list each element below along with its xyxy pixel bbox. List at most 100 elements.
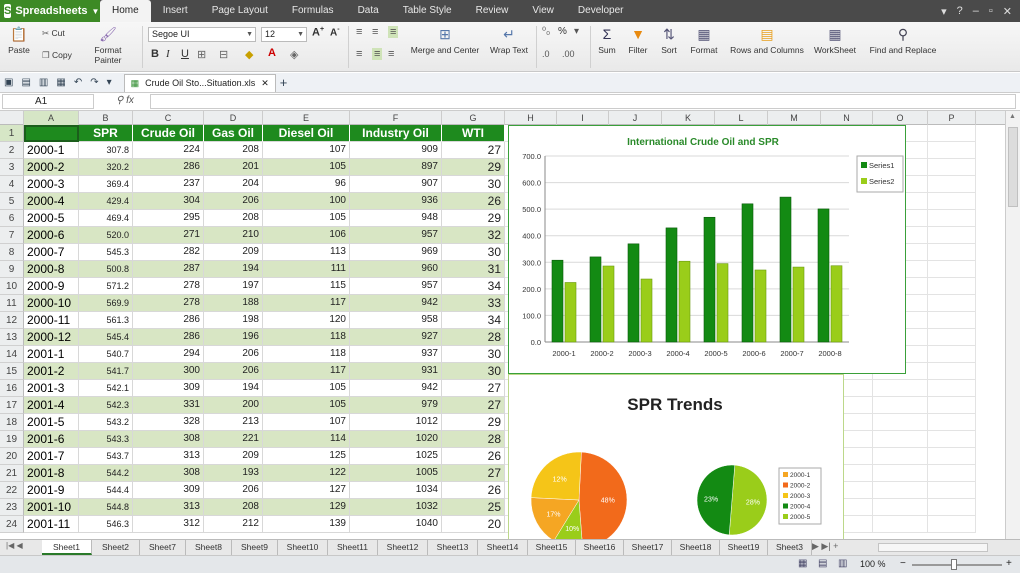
data-cell[interactable]: 543.7: [79, 448, 133, 465]
sheet-tab-sheet3[interactable]: Sheet3: [768, 540, 812, 555]
empty-cell[interactable]: [928, 482, 976, 499]
empty-cell[interactable]: [928, 176, 976, 193]
row-header-3[interactable]: 3: [0, 159, 24, 176]
sort-button[interactable]: ⇅ Sort: [656, 26, 682, 55]
data-cell[interactable]: 30: [442, 346, 505, 363]
column-header-d[interactable]: D: [204, 111, 263, 125]
restore-icon[interactable]: ▫: [989, 5, 993, 18]
empty-cell[interactable]: [928, 499, 976, 516]
data-cell[interactable]: 278: [133, 295, 204, 312]
data-cell[interactable]: 540.7: [79, 346, 133, 363]
page-layout-icon[interactable]: ▤: [818, 558, 827, 569]
bar-series2-2000-1[interactable]: [564, 282, 577, 343]
increase-decimal-icon[interactable]: .0: [542, 49, 550, 59]
empty-cell[interactable]: [928, 227, 976, 244]
data-cell[interactable]: 208: [204, 499, 263, 516]
bar-series1-2000-1[interactable]: [551, 259, 564, 343]
data-cell[interactable]: 300: [133, 363, 204, 380]
data-cell[interactable]: 198: [204, 312, 263, 329]
merge-cells-icon[interactable]: ⊟: [219, 48, 228, 61]
data-cell[interactable]: 931: [350, 363, 442, 380]
percent-icon[interactable]: %: [558, 26, 567, 37]
row-label-cell[interactable]: 2000-5: [24, 210, 79, 227]
data-cell[interactable]: 542.1: [79, 380, 133, 397]
data-cell[interactable]: 286: [133, 329, 204, 346]
header-cell[interactable]: Industry Oil: [350, 125, 442, 142]
data-cell[interactable]: 20: [442, 516, 505, 533]
wrap-text-button[interactable]: ↵ Wrap Text: [486, 26, 532, 55]
sheet-tab-sheet17[interactable]: Sheet17: [624, 540, 672, 555]
data-cell[interactable]: 105: [263, 210, 350, 227]
help-icon[interactable]: ?: [957, 5, 963, 18]
row-label-cell[interactable]: 2000-12: [24, 329, 79, 346]
close-tab-icon[interactable]: ✕: [261, 75, 269, 92]
data-cell[interactable]: 27: [442, 465, 505, 482]
data-cell[interactable]: 117: [263, 363, 350, 380]
sheet-tab-sheet12[interactable]: Sheet12: [378, 540, 428, 555]
empty-cell[interactable]: [928, 465, 976, 482]
bar-series1-2000-4[interactable]: [665, 227, 678, 343]
data-cell[interactable]: 106: [263, 227, 350, 244]
empty-cell[interactable]: [928, 125, 976, 142]
copy-button[interactable]: ❐ Copy: [42, 50, 72, 61]
data-cell[interactable]: 200: [204, 397, 263, 414]
bold-icon[interactable]: B: [151, 48, 159, 60]
data-cell[interactable]: 312: [133, 516, 204, 533]
data-cell[interactable]: 96: [263, 176, 350, 193]
data-cell[interactable]: 34: [442, 278, 505, 295]
empty-cell[interactable]: [928, 431, 976, 448]
data-cell[interactable]: 30: [442, 363, 505, 380]
paste-button[interactable]: 📋 Paste: [4, 26, 34, 55]
data-cell[interactable]: 194: [204, 380, 263, 397]
data-cell[interactable]: 544.2: [79, 465, 133, 482]
font-color-icon[interactable]: A: [268, 47, 276, 59]
normal-view-icon[interactable]: ▦: [798, 558, 807, 569]
data-cell[interactable]: 307.8: [79, 142, 133, 159]
clear-format-icon[interactable]: ◈: [290, 48, 298, 61]
scrollbar-thumb[interactable]: [1008, 127, 1018, 207]
empty-cell[interactable]: [873, 516, 928, 533]
bar-series1-2000-2[interactable]: [589, 256, 602, 343]
row-header-9[interactable]: 9: [0, 261, 24, 278]
row-header-11[interactable]: 11: [0, 295, 24, 312]
data-cell[interactable]: 304: [133, 193, 204, 210]
data-cell[interactable]: 1032: [350, 499, 442, 516]
select-all-corner[interactable]: [0, 111, 24, 125]
format-painter-button[interactable]: 🖌 Format Painter: [80, 26, 136, 65]
menu-tab-data[interactable]: Data: [346, 0, 391, 22]
data-cell[interactable]: 107: [263, 142, 350, 159]
font-size-select[interactable]: 12 ▼: [261, 27, 307, 42]
menu-tab-review[interactable]: Review: [464, 0, 521, 22]
data-cell[interactable]: 957: [350, 227, 442, 244]
data-cell[interactable]: 32: [442, 227, 505, 244]
header-cell[interactable]: Crude Oil: [133, 125, 204, 142]
bar-series1-2000-8[interactable]: [817, 208, 830, 343]
data-cell[interactable]: 545.3: [79, 244, 133, 261]
data-cell[interactable]: 1025: [350, 448, 442, 465]
font-name-select[interactable]: Segoe UI ▼: [148, 27, 256, 42]
menu-tab-formulas[interactable]: Formulas: [280, 0, 346, 22]
data-cell[interactable]: 206: [204, 193, 263, 210]
menu-tab-view[interactable]: View: [520, 0, 566, 22]
row-header-24[interactable]: 24: [0, 516, 24, 533]
empty-cell[interactable]: [928, 193, 976, 210]
bar-series2-2000-3[interactable]: [640, 278, 653, 343]
data-cell[interactable]: 210: [204, 227, 263, 244]
empty-cell[interactable]: [928, 159, 976, 176]
data-cell[interactable]: 331: [133, 397, 204, 414]
data-cell[interactable]: 897: [350, 159, 442, 176]
vertical-scrollbar[interactable]: ▲: [1005, 111, 1020, 539]
data-cell[interactable]: 287: [133, 261, 204, 278]
fill-color-icon[interactable]: ◆: [245, 48, 253, 61]
sheet-tab-sheet18[interactable]: Sheet18: [672, 540, 720, 555]
column-header-l[interactable]: L: [715, 111, 768, 125]
row-label-cell[interactable]: 2000-8: [24, 261, 79, 278]
column-header-a[interactable]: A: [24, 111, 79, 125]
empty-cell[interactable]: [928, 380, 976, 397]
data-cell[interactable]: 308: [133, 431, 204, 448]
sheet-tab-sheet11[interactable]: Sheet11: [328, 540, 378, 555]
sheet-tab-sheet7[interactable]: Sheet7: [140, 540, 186, 555]
sheet-tab-sheet16[interactable]: Sheet16: [576, 540, 624, 555]
row-header-14[interactable]: 14: [0, 346, 24, 363]
row-label-cell[interactable]: 2000-2: [24, 159, 79, 176]
